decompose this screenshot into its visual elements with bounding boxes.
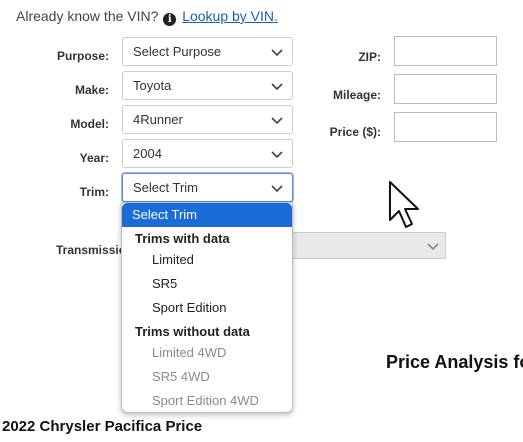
model-select[interactable]: 4Runner [122,105,293,134]
chevron-down-icon [271,151,283,159]
make-label: Make: [74,83,109,97]
model-select-value: 4Runner [133,112,183,127]
price-input[interactable] [394,112,497,142]
purpose-select-value: Select Purpose [133,44,222,59]
transmission-label: Transmissio [56,243,127,257]
trim-dropdown-list: Select Trim Trims with data Limited SR5 … [121,202,293,413]
trim-select-value: Select Trim [133,180,199,195]
section-heading: 2022 Chrysler Pacifica Price [2,418,203,435]
trim-select[interactable]: Select Trim [122,173,293,202]
chevron-down-icon [271,185,283,193]
zip-label: ZIP: [358,50,381,64]
year-select-value: 2004 [133,146,162,161]
purpose-select[interactable]: Select Purpose [122,37,293,66]
trim-option-sport-edition-4wd: Sport Edition 4WD [152,393,259,408]
price-label: Price ($): [329,125,381,139]
trim-option-select-trim[interactable]: Select Trim [122,203,292,227]
mileage-input[interactable] [394,74,497,104]
trim-option-sr5-4wd: SR5 4WD [152,369,210,384]
trim-option-sr5[interactable]: SR5 [122,272,292,296]
mileage-label: Mileage: [332,88,381,102]
year-select[interactable]: 2004 [122,139,293,168]
trim-option-sport-edition[interactable]: Sport Edition [122,296,292,320]
trim-label: Trim: [79,185,109,199]
chevron-down-icon [271,117,283,125]
vin-prompt-text: Already know the VIN? [16,8,159,24]
purpose-label: Purpose: [56,49,109,63]
lookup-by-vin-link[interactable]: Lookup by VIN. [182,8,278,24]
zip-input[interactable] [394,36,497,66]
transmission-select[interactable] [288,232,446,259]
price-analysis-heading: Price Analysis fo [386,352,523,372]
info-circle-icon: i [163,13,177,26]
year-label: Year: [79,151,109,165]
model-label: Model: [70,117,109,131]
make-select[interactable]: Toyota [122,71,293,100]
make-select-value: Toyota [133,78,172,93]
mouse-pointer-icon [389,181,419,228]
chevron-down-icon [427,243,439,251]
trim-option-limited[interactable]: Limited [122,248,292,272]
trim-option-limited-4wd: Limited 4WD [152,345,227,360]
vin-lookup-line: Already know the VIN? i Lookup by VIN. [16,8,278,26]
